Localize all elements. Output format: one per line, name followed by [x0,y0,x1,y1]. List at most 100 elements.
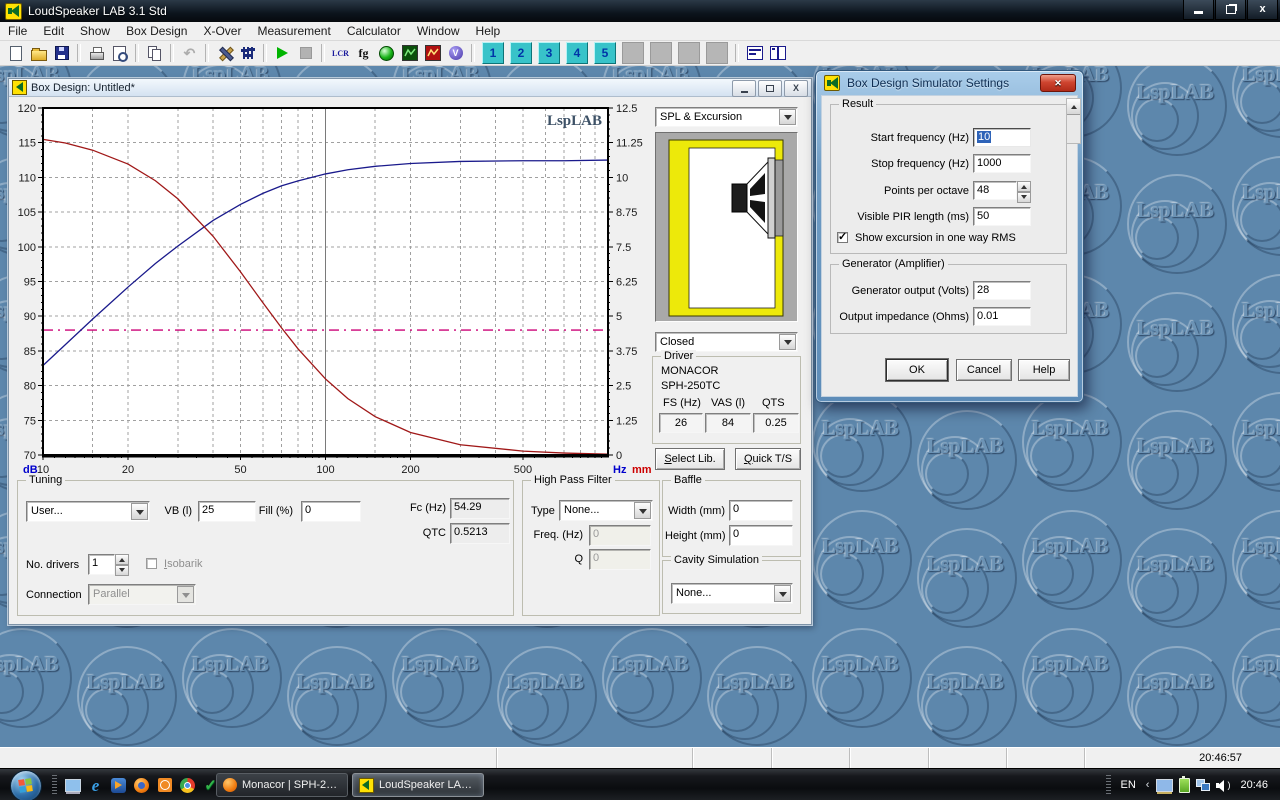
svg-text:85: 85 [24,346,36,358]
network-icon[interactable] [1196,779,1210,791]
quick-launch-handle[interactable] [52,775,57,795]
tuning-preset-select[interactable]: User... [26,501,150,522]
menu-measurement[interactable]: Measurement [249,22,338,40]
isobarik-checkbox[interactable] [146,558,157,569]
mdi-scrollbar[interactable] [1066,98,1081,144]
print-preview-button[interactable] [108,42,131,64]
start-button[interactable] [10,770,42,800]
menu-window[interactable]: Window [409,22,468,40]
status-panel [772,748,850,768]
menu-box-design[interactable]: Box Design [118,22,195,40]
output-impedance-input[interactable]: 0.01 [973,307,1031,326]
toolbar-separator [735,44,739,62]
box-design-titlebar[interactable]: Box Design: Untitled* X [9,79,811,97]
volume-icon[interactable]: ) [1216,779,1231,792]
statusbar: 20:46:57 [0,747,1280,768]
arrange-vertical-button[interactable] [766,42,789,64]
status-panel [497,748,693,768]
baffle-height-input[interactable]: 0 [729,525,793,546]
taskbar-item-monacor[interactable]: Monacor | SPH-250... [216,773,348,797]
menu-show[interactable]: Show [72,22,118,40]
language-indicator[interactable]: EN [1121,779,1136,791]
overlay-5-button[interactable]: 5 [594,42,616,64]
box-type-select[interactable]: Closed [655,332,798,352]
generator-output-input[interactable]: 28 [973,281,1031,300]
overlay-2-button[interactable]: 2 [510,42,532,64]
status-panel [850,748,929,768]
open-file-button[interactable] [27,42,50,64]
copy-button[interactable] [143,42,166,64]
minimize-button[interactable] [1183,0,1214,20]
baffle-group: Baffle Width (mm) 0 Height (mm) 0 [662,480,801,557]
internet-explorer-icon[interactable]: e [86,776,105,795]
save-button[interactable] [50,42,73,64]
settings-dialog-body: Result Start frequency (Hz) 10 Stop freq… [821,95,1078,397]
child-restore-button[interactable] [758,80,782,97]
ok-button[interactable]: OK [886,359,948,381]
green-analyzer-button[interactable] [398,42,421,64]
chevron-down-icon[interactable] [779,109,796,125]
menu-edit[interactable]: Edit [35,22,72,40]
pir-length-input[interactable]: 50 [973,207,1031,226]
chrome-icon[interactable] [178,776,197,795]
dialog-close-button[interactable]: ✕ [1040,74,1076,92]
print-button[interactable] [85,42,108,64]
svg-text:3.75: 3.75 [616,346,637,358]
stop-frequency-input[interactable]: 1000 [973,154,1031,173]
menu-file[interactable]: File [0,22,35,40]
restore-button[interactable] [1215,0,1246,20]
cancel-button[interactable]: Cancel [956,359,1012,381]
child-close-button[interactable]: X [784,80,808,97]
wallpaper-tile: LspLAB [285,642,390,747]
points-per-octave-spinner[interactable] [1017,181,1031,200]
start-measurement-button[interactable] [271,42,294,64]
taskbar-item-loudspeaker-lab[interactable]: LoudSpeaker LAB 3.... [352,773,484,797]
fg-generator-button[interactable]: fg [352,42,375,64]
baffle-width-input[interactable]: 0 [729,500,793,521]
app-title: LoudSpeaker LAB 3.1 Std [28,4,167,18]
battery-icon[interactable] [1179,778,1190,793]
child-minimize-button[interactable] [732,80,756,97]
show-desktop-icon[interactable] [63,776,82,795]
language-bar-icon[interactable] [1156,779,1173,792]
overlay-1-button[interactable]: 1 [482,42,504,64]
xover-mixer-button[interactable] [236,42,259,64]
close-button[interactable]: x [1247,0,1278,20]
box-design-tools-button[interactable] [213,42,236,64]
menu-x-over[interactable]: X-Over [195,22,249,40]
media-player-icon[interactable] [109,776,128,795]
no-drivers-input[interactable]: 1 [88,554,115,575]
overlay-3-button[interactable]: 3 [538,42,560,64]
red-analyzer-button[interactable] [421,42,444,64]
overlay-4-button[interactable]: 4 [566,42,588,64]
start-frequency-input[interactable]: 10 [973,128,1031,147]
system-tray: EN ‹ ) 20:46 [1102,769,1274,800]
points-per-octave-input[interactable]: 48 [973,181,1017,200]
help-button[interactable]: Help [1018,359,1070,381]
chevron-down-icon[interactable] [779,334,796,350]
fill-input[interactable]: 0 [301,501,361,522]
no-drivers-spinner[interactable] [115,554,129,575]
impedance-v-button[interactable]: V [444,42,467,64]
vas-label: VAS (l) [711,397,745,409]
show-excursion-checkbox[interactable] [837,232,848,243]
tray-expand-icon[interactable]: ‹ [1146,779,1150,791]
quick-ts-button[interactable]: Quick T/S [735,448,801,470]
menu-calculator[interactable]: Calculator [339,22,409,40]
view-select[interactable]: SPL & Excursion [655,107,798,127]
sphere-meter-button[interactable] [375,42,398,64]
scroll-up-icon[interactable] [1067,99,1080,115]
chevron-down-icon[interactable] [774,585,791,602]
cavity-select[interactable]: None... [671,583,793,604]
wallpaper-tile: LspLAB [600,624,705,742]
task-label: LoudSpeaker LAB 3.... [379,779,477,791]
new-file-button[interactable] [4,42,27,64]
hpf-type-select[interactable]: None... [559,500,653,521]
clock-icon[interactable] [155,776,174,795]
arrange-horizontal-button[interactable] [743,42,766,64]
select-lib-button[interactable]: Select Lib. [655,448,725,470]
chevron-down-icon[interactable] [634,502,651,519]
lcr-meter-button[interactable]: LCR [329,42,352,64]
menu-help[interactable]: Help [468,22,509,40]
firefox-icon[interactable] [132,776,151,795]
